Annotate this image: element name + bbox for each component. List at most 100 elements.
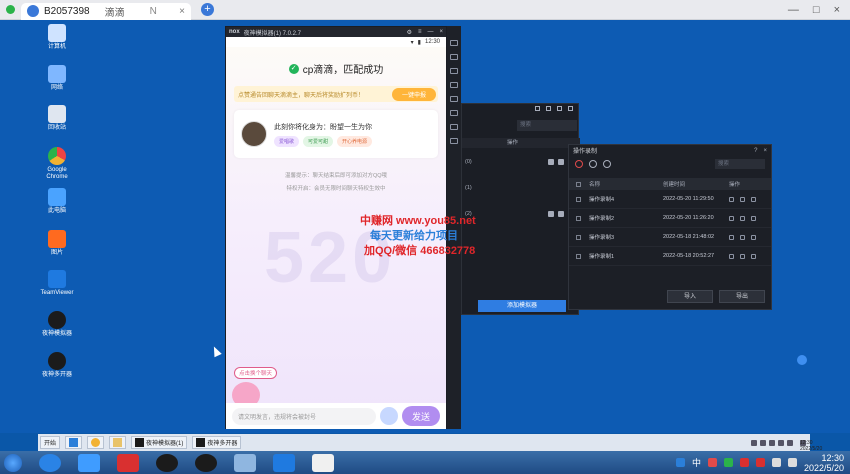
apk-icon[interactable] (450, 110, 458, 116)
desktop-icon-teamviewer[interactable]: TeamViewer (40, 270, 74, 297)
volume-icon[interactable] (787, 458, 797, 467)
copy-icon[interactable] (558, 159, 564, 165)
row-checkbox[interactable] (576, 253, 581, 259)
network-icon[interactable] (771, 458, 781, 467)
settings-icon[interactable] (740, 234, 745, 240)
tray-icon[interactable] (760, 439, 766, 446)
taskbar-app[interactable] (109, 436, 127, 449)
delete-icon[interactable] (751, 215, 756, 221)
close-icon[interactable]: × (834, 4, 840, 16)
tray-icon[interactable] (707, 458, 717, 467)
desktop-icon-nox[interactable]: 夜神模拟器 (40, 311, 74, 338)
settings-icon[interactable] (740, 253, 745, 259)
close-icon[interactable]: × (439, 29, 443, 36)
play-icon[interactable] (548, 159, 554, 165)
taskbar-nox-1[interactable]: 夜神模拟器(1) (131, 436, 188, 449)
minimize-icon[interactable]: — (427, 29, 433, 36)
row-checkbox[interactable] (576, 196, 581, 202)
gamepad-icon[interactable] (380, 407, 398, 425)
taskbar-nox-multi[interactable]: 夜神多开器 (192, 436, 242, 449)
minimize-icon[interactable] (557, 106, 562, 111)
close-tab-icon[interactable]: × (179, 6, 185, 17)
tray-icon[interactable] (755, 458, 765, 467)
multi-search-input[interactable]: 搜索 (517, 120, 577, 131)
send-button[interactable]: 发送 (402, 406, 440, 426)
taskbar-app[interactable] (87, 436, 105, 449)
chat-input[interactable]: 请文明发言，违规将会被封号 (232, 407, 376, 425)
volume-up-icon[interactable] (450, 54, 458, 60)
ie-icon[interactable] (39, 453, 61, 472)
add-emulator-button[interactable]: 添加模拟器 (478, 300, 566, 312)
more-icon[interactable] (450, 138, 458, 144)
input-method-icon[interactable] (675, 458, 685, 467)
select-all-checkbox[interactable] (576, 181, 581, 187)
play-icon[interactable] (589, 160, 597, 168)
tray-icon[interactable] (739, 458, 749, 467)
play-icon[interactable] (729, 253, 734, 259)
desktop-icon-nox-multi[interactable]: 夜神多开器 (40, 352, 74, 379)
side-handle-icon[interactable] (797, 355, 807, 365)
row-checkbox[interactable] (576, 215, 581, 221)
desktop-icon-computer[interactable]: 计算机 (40, 24, 74, 51)
record-icon[interactable] (575, 160, 583, 168)
menu-icon[interactable]: ≡ (418, 29, 422, 36)
taskbar-app[interactable] (65, 436, 83, 449)
volume-down-icon[interactable] (450, 68, 458, 74)
export-button[interactable]: 导出 (719, 290, 765, 303)
play-icon[interactable] (548, 211, 554, 217)
play-icon[interactable] (729, 215, 734, 221)
desktop-icon-recycle[interactable]: 回收站 (40, 105, 74, 132)
instance-row[interactable]: (2) (462, 208, 580, 220)
delete-icon[interactable] (751, 253, 756, 259)
minimize-icon[interactable]: — (788, 4, 799, 16)
session-tab[interactable]: B2057398 滴滴 N × (21, 2, 191, 20)
close-icon[interactable] (568, 106, 573, 111)
play-icon[interactable] (729, 196, 734, 202)
folder-icon[interactable] (450, 96, 458, 102)
play-icon[interactable] (729, 234, 734, 240)
table-row[interactable]: 操作录制1 2022-05-18 20:52:27 (569, 247, 771, 266)
ime-indicator[interactable]: 中 (692, 456, 701, 469)
nox-multi-icon[interactable] (195, 453, 217, 472)
huawei-icon[interactable] (117, 453, 139, 472)
settings-icon[interactable] (603, 160, 611, 168)
app-icon[interactable] (78, 453, 100, 472)
maximize-icon[interactable]: □ (813, 4, 820, 16)
instance-row[interactable]: (0) (462, 156, 580, 168)
desktop-icon-network[interactable]: 网络 (40, 65, 74, 92)
tray-icon[interactable] (787, 439, 793, 446)
settings-icon[interactable] (740, 196, 745, 202)
desktop-icon-chrome[interactable]: Google Chrome (40, 147, 74, 181)
keyboard-icon[interactable] (450, 40, 458, 46)
settings-icon[interactable] (546, 106, 551, 111)
row-checkbox[interactable] (576, 234, 581, 240)
nox-icon[interactable] (156, 453, 178, 472)
explorer-icon[interactable] (234, 453, 256, 472)
table-row[interactable]: 操作录制3 2022-05-18 21:48:02 (569, 228, 771, 247)
scissors-icon[interactable] (450, 124, 458, 130)
import-button[interactable]: 导入 (667, 290, 713, 303)
teamviewer-icon[interactable] (273, 453, 295, 472)
desktop-icon-pc[interactable]: 此电脑 (40, 188, 74, 215)
instance-row[interactable]: (1) (462, 182, 580, 194)
windows-start-button[interactable] (4, 453, 22, 472)
grid-icon[interactable] (535, 106, 540, 111)
tray-icon[interactable] (723, 458, 733, 467)
tray-icon[interactable] (769, 439, 775, 446)
tray-icon[interactable] (778, 439, 784, 446)
table-row[interactable]: 操作录制4 2022-05-20 11:29:50 (569, 190, 771, 209)
remote-start-button[interactable]: 开始 (40, 436, 61, 449)
screenshot-icon[interactable] (450, 82, 458, 88)
media-icon[interactable] (312, 453, 334, 472)
tray-icon[interactable] (751, 439, 757, 446)
help-icon[interactable]: ? (754, 148, 757, 154)
desktop-icon-pictures[interactable]: 图片 (40, 230, 74, 257)
new-tab-button[interactable]: + (201, 3, 214, 16)
switch-chat-button[interactable]: 点击换个聊天 (234, 367, 278, 379)
copy-icon[interactable] (558, 211, 564, 217)
recorder-search-input[interactable]: 搜索 (715, 159, 765, 169)
close-icon[interactable]: × (763, 148, 767, 154)
delete-icon[interactable] (751, 196, 756, 202)
settings-icon[interactable]: ⚙ (407, 29, 412, 36)
delete-icon[interactable] (751, 234, 756, 240)
